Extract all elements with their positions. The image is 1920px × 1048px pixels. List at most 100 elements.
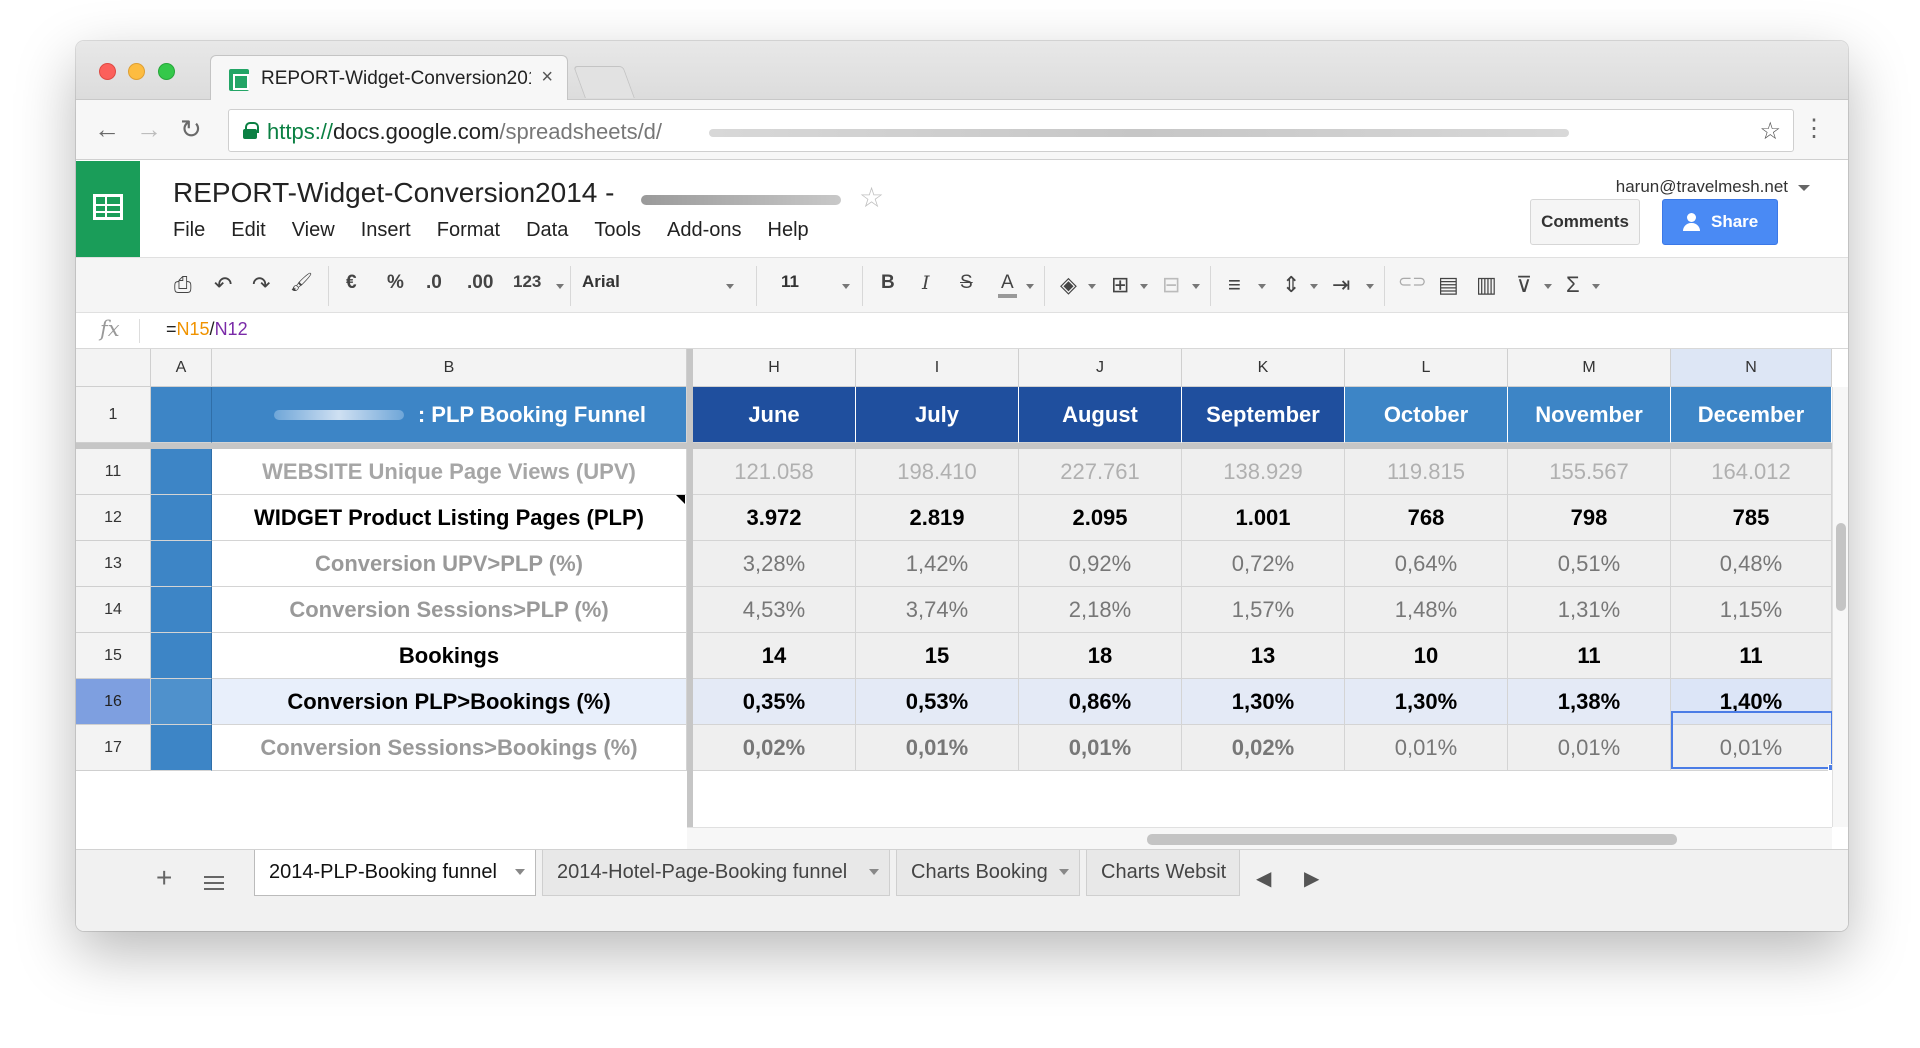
value-cell[interactable]: 0,53% bbox=[856, 679, 1019, 725]
metric-label-cell[interactable]: Conversion Sessions>Bookings (%) bbox=[212, 725, 687, 771]
value-cell[interactable]: 227.761 bbox=[1019, 449, 1182, 495]
bold-icon[interactable]: B bbox=[881, 272, 895, 294]
browser-tab[interactable]: REPORT-Widget-Conversion2014 × bbox=[210, 55, 568, 101]
percent-format-icon[interactable]: % bbox=[387, 272, 404, 294]
redo-icon[interactable]: ↷ bbox=[252, 272, 270, 298]
value-cell[interactable]: 0,01% bbox=[1508, 725, 1671, 771]
value-cell[interactable]: 1,42% bbox=[856, 541, 1019, 587]
insert-comment-icon[interactable]: ▤ bbox=[1438, 272, 1459, 298]
reload-icon[interactable]: ↻ bbox=[180, 114, 202, 145]
scroll-tabs-right-icon[interactable]: ▶ bbox=[1304, 866, 1319, 891]
zoom-window-button[interactable] bbox=[158, 63, 175, 80]
cell-a[interactable] bbox=[151, 587, 212, 633]
bookmark-star-icon[interactable]: ☆ bbox=[1759, 117, 1781, 146]
value-cell[interactable]: 1.001 bbox=[1182, 495, 1345, 541]
user-email[interactable]: harun@travelmesh.net bbox=[1616, 177, 1788, 197]
row-header[interactable]: 16 bbox=[76, 679, 151, 725]
row-header[interactable]: 17 bbox=[76, 725, 151, 771]
value-cell[interactable]: 0,02% bbox=[693, 725, 856, 771]
row-header[interactable]: 13 bbox=[76, 541, 151, 587]
value-cell[interactable]: 768 bbox=[1345, 495, 1508, 541]
row-header[interactable]: 11 bbox=[76, 449, 151, 495]
spreadsheet-grid[interactable]: A B H I J K L M N 1: PLP Booking Funnel J… bbox=[76, 349, 1848, 849]
minimize-window-button[interactable] bbox=[128, 63, 145, 80]
formula-input[interactable]: =N15/N12 bbox=[166, 319, 248, 340]
sheet-tab-charts-booking[interactable]: Charts Booking bbox=[896, 850, 1080, 896]
column-header-m[interactable]: M bbox=[1508, 349, 1671, 387]
column-header-j[interactable]: J bbox=[1019, 349, 1182, 387]
value-cell[interactable]: 0,64% bbox=[1345, 541, 1508, 587]
sheets-logo-icon[interactable] bbox=[76, 161, 140, 257]
month-header-cell[interactable]: July bbox=[856, 387, 1019, 443]
menu-addons[interactable]: Add-ons bbox=[667, 219, 742, 242]
month-header-cell[interactable]: September bbox=[1182, 387, 1345, 443]
value-cell[interactable]: 11 bbox=[1508, 633, 1671, 679]
number-format-dropdown[interactable]: 123 bbox=[513, 272, 541, 292]
column-header-l[interactable]: L bbox=[1345, 349, 1508, 387]
column-header-a[interactable]: A bbox=[151, 349, 212, 387]
value-cell[interactable]: 1,38% bbox=[1508, 679, 1671, 725]
strikethrough-icon[interactable]: S bbox=[960, 272, 973, 294]
month-header-cell[interactable]: June bbox=[693, 387, 856, 443]
cell-a[interactable] bbox=[151, 633, 212, 679]
address-bar[interactable]: https://docs.google.com/spreadsheets/d/ … bbox=[228, 109, 1794, 152]
value-cell[interactable]: 1,57% bbox=[1182, 587, 1345, 633]
document-title[interactable]: REPORT-Widget-Conversion2014 - bbox=[173, 177, 614, 209]
value-cell[interactable]: 18 bbox=[1019, 633, 1182, 679]
fill-color-icon[interactable]: ◈ bbox=[1060, 272, 1077, 298]
value-cell[interactable]: 164.012 bbox=[1671, 449, 1832, 495]
row-header[interactable]: 12 bbox=[76, 495, 151, 541]
functions-icon[interactable]: Σ bbox=[1566, 272, 1580, 298]
decrease-decimals-icon[interactable]: .0 bbox=[426, 272, 442, 294]
value-cell[interactable]: 0,01% bbox=[1671, 725, 1832, 771]
scroll-tabs-left-icon[interactable]: ◀ bbox=[1256, 866, 1271, 891]
value-cell[interactable]: 0,01% bbox=[856, 725, 1019, 771]
menu-insert[interactable]: Insert bbox=[361, 219, 411, 242]
menu-format[interactable]: Format bbox=[437, 219, 500, 242]
cell-a[interactable] bbox=[151, 679, 212, 725]
value-cell[interactable]: 4,53% bbox=[693, 587, 856, 633]
value-cell[interactable]: 3.972 bbox=[693, 495, 856, 541]
value-cell[interactable]: 198.410 bbox=[856, 449, 1019, 495]
account-caret-icon[interactable] bbox=[1798, 185, 1810, 191]
horizontal-scrollbar[interactable] bbox=[687, 827, 1832, 849]
metric-label-cell[interactable]: Bookings bbox=[212, 633, 687, 679]
font-family-dropdown[interactable]: Arial bbox=[582, 272, 620, 292]
value-cell[interactable]: 2.819 bbox=[856, 495, 1019, 541]
value-cell[interactable]: 785 bbox=[1671, 495, 1832, 541]
column-header-n[interactable]: N bbox=[1671, 349, 1832, 387]
value-cell[interactable]: 1,40% bbox=[1671, 679, 1832, 725]
back-arrow-icon[interactable]: ← bbox=[94, 114, 120, 145]
value-cell[interactable]: 155.567 bbox=[1508, 449, 1671, 495]
value-cell[interactable]: 121.058 bbox=[693, 449, 856, 495]
value-cell[interactable]: 2.095 bbox=[1019, 495, 1182, 541]
horizontal-scroll-thumb[interactable] bbox=[1147, 834, 1677, 845]
value-cell[interactable]: 0,86% bbox=[1019, 679, 1182, 725]
value-cell[interactable]: 1,15% bbox=[1671, 587, 1832, 633]
metric-label-cell[interactable]: Conversion Sessions>PLP (%) bbox=[212, 587, 687, 633]
value-cell[interactable]: 0,35% bbox=[693, 679, 856, 725]
value-cell[interactable]: 3,28% bbox=[693, 541, 856, 587]
sheet-tab-charts-website[interactable]: Charts Websit bbox=[1086, 850, 1240, 896]
sheet-tab-plp-booking[interactable]: 2014-PLP-Booking funnel bbox=[254, 850, 536, 896]
value-cell[interactable]: 1,31% bbox=[1508, 587, 1671, 633]
frozen-row-divider[interactable] bbox=[76, 443, 1832, 449]
forward-arrow-icon[interactable]: → bbox=[136, 114, 162, 145]
column-header-b[interactable]: B bbox=[212, 349, 687, 387]
value-cell[interactable]: 0,48% bbox=[1671, 541, 1832, 587]
comments-button[interactable]: Comments bbox=[1530, 199, 1640, 245]
cell-note-indicator[interactable] bbox=[676, 495, 685, 504]
text-color-icon[interactable]: A bbox=[998, 272, 1017, 298]
currency-format-icon[interactable]: € bbox=[346, 272, 357, 294]
insert-link-icon[interactable]: ⊂⊃ bbox=[1398, 272, 1427, 292]
value-cell[interactable]: 0,72% bbox=[1182, 541, 1345, 587]
italic-icon[interactable]: I bbox=[922, 272, 930, 294]
column-header-i[interactable]: I bbox=[856, 349, 1019, 387]
value-cell[interactable]: 13 bbox=[1182, 633, 1345, 679]
close-window-button[interactable] bbox=[99, 63, 116, 80]
font-size-dropdown[interactable]: 11 bbox=[781, 272, 799, 292]
select-all-corner[interactable] bbox=[76, 349, 151, 387]
row-header[interactable]: 15 bbox=[76, 633, 151, 679]
browser-menu-icon[interactable]: ⋮ bbox=[1802, 114, 1826, 143]
menu-tools[interactable]: Tools bbox=[594, 219, 641, 242]
